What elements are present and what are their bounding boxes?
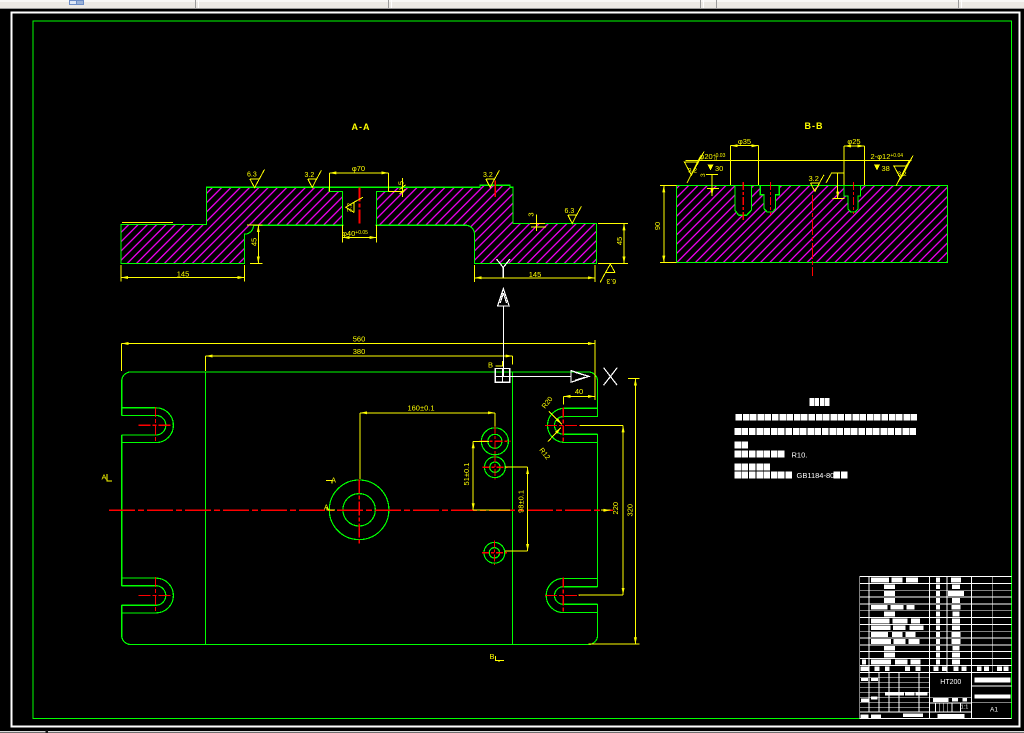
svg-text:45: 45: [250, 238, 259, 246]
svg-text:98±0.1: 98±0.1: [517, 490, 526, 513]
svg-text:φ70: φ70: [352, 164, 365, 173]
svg-text:6.3: 6.3: [606, 277, 616, 284]
svg-text:30: 30: [715, 164, 723, 173]
svg-text:560: 560: [353, 334, 366, 343]
svg-text:5: 5: [397, 181, 406, 185]
svg-text:B: B: [490, 652, 495, 661]
svg-text:6.3: 6.3: [247, 172, 257, 179]
svg-text:3.2: 3.2: [688, 168, 697, 175]
svg-text:3: 3: [527, 212, 536, 216]
svg-text:51±0.1: 51±0.1: [462, 463, 471, 486]
svg-text:A: A: [331, 478, 336, 485]
svg-text:B-B: B-B: [805, 121, 824, 131]
svg-text:R10.: R10.: [792, 450, 808, 459]
svg-text:φ25: φ25: [847, 137, 860, 146]
svg-text:380: 380: [353, 347, 366, 356]
svg-text:220: 220: [611, 502, 620, 515]
svg-text:3.2: 3.2: [898, 171, 907, 178]
svg-text:145: 145: [177, 270, 190, 279]
svg-text:3.2: 3.2: [483, 172, 493, 179]
svg-text:40: 40: [575, 387, 583, 396]
svg-text:145: 145: [529, 270, 542, 279]
svg-text:320: 320: [625, 504, 634, 517]
svg-text:A1: A1: [990, 707, 998, 714]
svg-text:1:1: 1:1: [961, 705, 969, 711]
svg-text:HT200: HT200: [940, 679, 961, 686]
svg-text:3: 3: [700, 173, 707, 177]
svg-text:B: B: [488, 361, 493, 370]
svg-text:A: A: [102, 473, 107, 482]
svg-text:3.2: 3.2: [347, 203, 354, 212]
svg-text:φ35: φ35: [738, 137, 751, 146]
svg-text:6.3: 6.3: [565, 208, 575, 215]
svg-text:GB1184-80: GB1184-80: [797, 471, 835, 480]
svg-text:3.2: 3.2: [809, 174, 819, 183]
svg-text:A: A: [324, 504, 329, 511]
svg-text:38: 38: [882, 164, 890, 173]
svg-text:90: 90: [653, 222, 662, 230]
svg-text:A-A: A-A: [352, 122, 371, 132]
svg-text:45: 45: [615, 237, 624, 245]
svg-text:160±0.1: 160±0.1: [407, 404, 434, 413]
svg-text:3.2: 3.2: [305, 172, 315, 179]
